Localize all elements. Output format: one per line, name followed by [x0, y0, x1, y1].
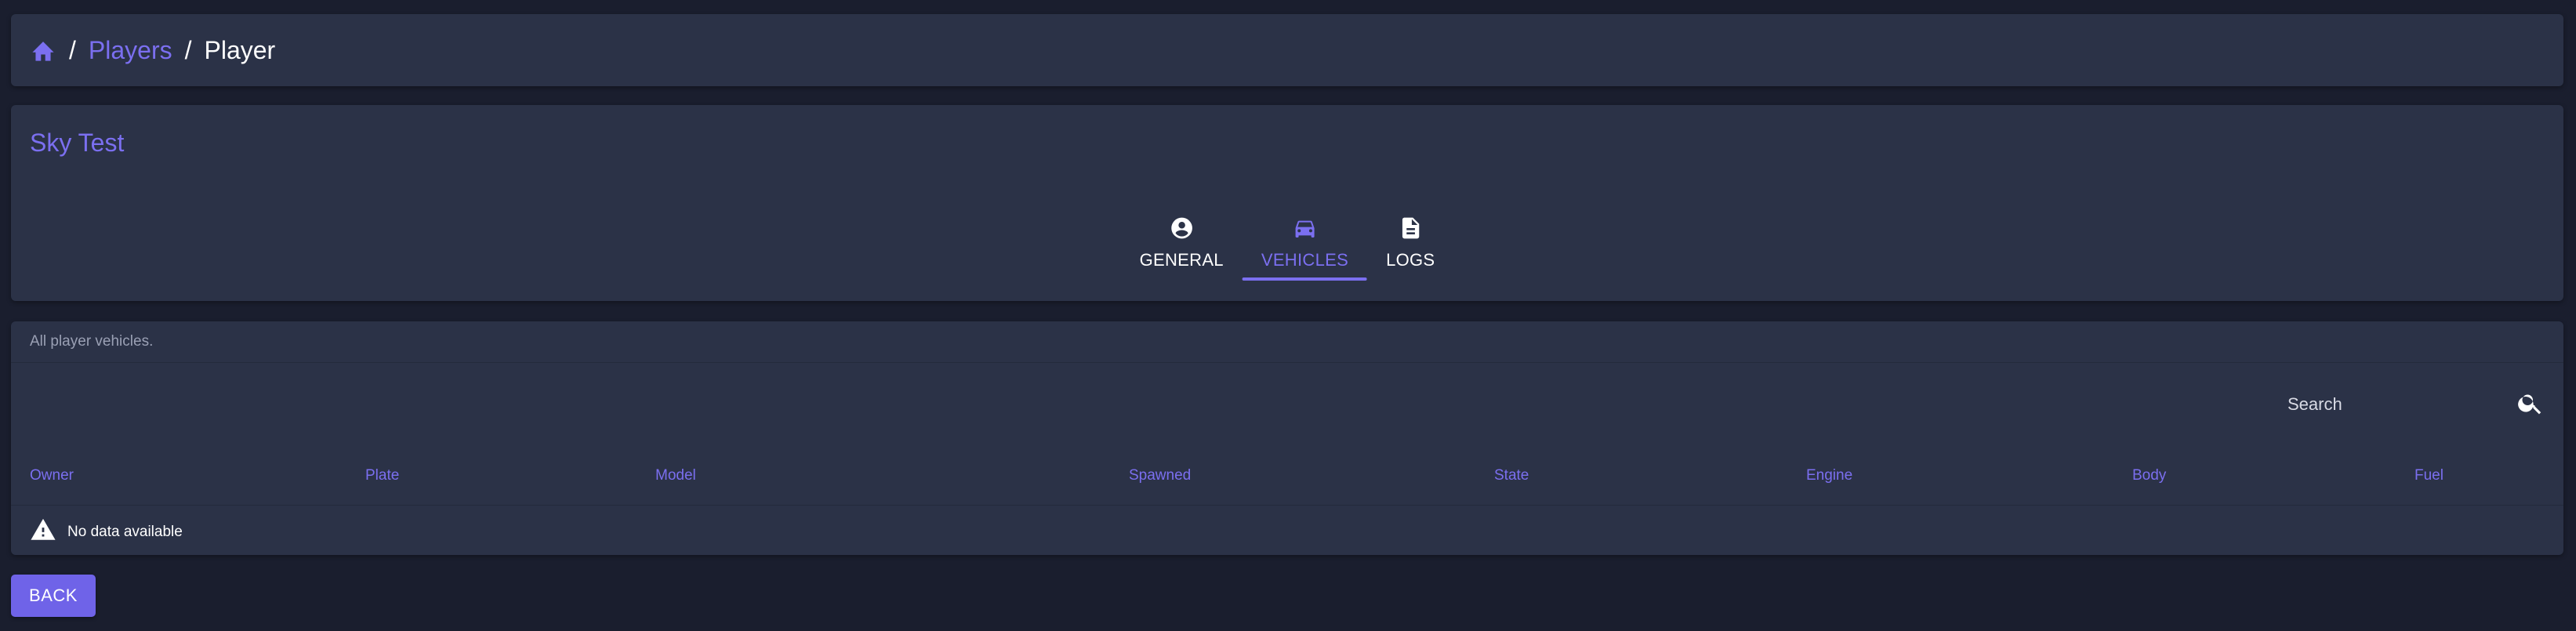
- table-header: Owner Plate Model Spawned State Engine B…: [11, 447, 2563, 505]
- column-header-state[interactable]: State: [1494, 447, 1529, 505]
- breadcrumb-separator: /: [184, 35, 192, 64]
- back-button[interactable]: BACK: [11, 575, 96, 617]
- breadcrumb: / Players / Player: [30, 14, 275, 86]
- empty-state: No data available: [30, 510, 183, 555]
- tab-label: LOGS: [1386, 250, 1435, 270]
- column-header-plate[interactable]: Plate: [365, 447, 399, 505]
- tab-label: GENERAL: [1139, 250, 1224, 270]
- breadcrumb-separator: /: [69, 35, 76, 64]
- player-name: Sky Test: [30, 129, 125, 157]
- divider: [11, 362, 2563, 363]
- column-header-owner[interactable]: Owner: [30, 447, 74, 505]
- search-input[interactable]: [2278, 383, 2516, 426]
- breadcrumb-current-player: Player: [204, 35, 276, 64]
- tab-logs[interactable]: LOGS: [1367, 205, 1453, 281]
- player-tabs: GENERAL VEHICLES LOGS: [1121, 205, 1454, 281]
- divider: [11, 505, 2563, 506]
- column-header-engine[interactable]: Engine: [1806, 447, 1852, 505]
- car-icon: [1292, 216, 1317, 245]
- empty-message: No data available: [67, 524, 183, 540]
- column-header-fuel[interactable]: Fuel: [2415, 447, 2444, 505]
- warning-icon: [30, 517, 56, 548]
- account-circle-icon: [1169, 216, 1194, 245]
- tab-general[interactable]: GENERAL: [1121, 205, 1243, 281]
- home-icon[interactable]: [30, 38, 56, 62]
- tab-vehicles[interactable]: VEHICLES: [1242, 205, 1368, 281]
- column-header-body[interactable]: Body: [2132, 447, 2166, 505]
- column-header-spawned[interactable]: Spawned: [1129, 447, 1191, 505]
- tab-label: VEHICLES: [1261, 250, 1349, 270]
- column-header-model[interactable]: Model: [655, 447, 696, 505]
- card-subtitle: All player vehicles.: [30, 333, 154, 350]
- player-card: Sky Test GENERAL VEHICLES LOGS: [11, 105, 2563, 301]
- breadcrumb-card: / Players / Player: [11, 14, 2563, 86]
- document-icon: [1398, 216, 1423, 245]
- search-icon[interactable]: [2516, 389, 2545, 421]
- breadcrumb-link-players[interactable]: Players: [89, 36, 172, 65]
- vehicles-card: All player vehicles. Owner Plate Model S…: [11, 321, 2563, 555]
- search-field: [2278, 383, 2545, 426]
